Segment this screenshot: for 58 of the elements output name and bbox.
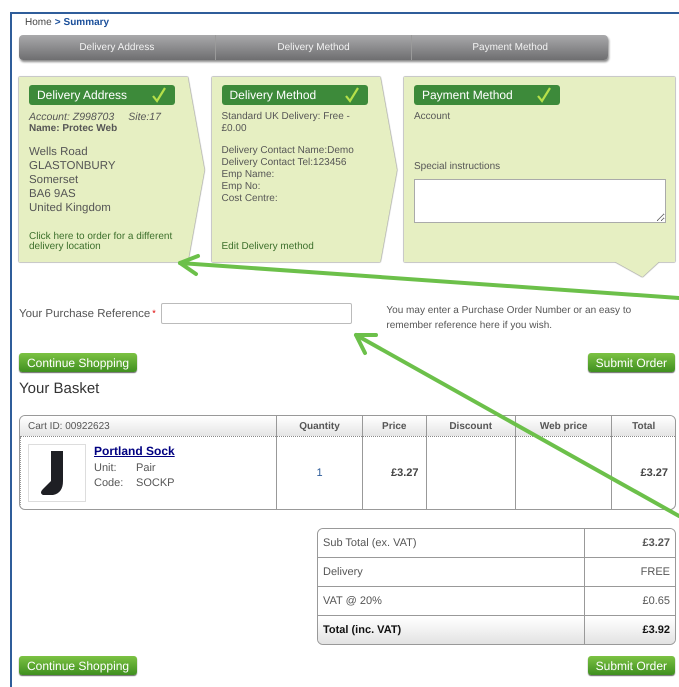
totals-value: £0.65 [584, 586, 675, 615]
purchase-reference-label: Your Purchase Reference * [19, 308, 157, 320]
account-text: Account: Z998703 Site:17 [29, 111, 162, 123]
column-header: Discount [426, 416, 515, 437]
contact-line: Delivery Contact Tel:123456 [222, 157, 348, 169]
totals-value: FREE [584, 557, 675, 586]
address-line: United Kingdom [29, 201, 112, 215]
account-name: Name: Protec Web [29, 123, 118, 135]
payment-type: Account [414, 111, 452, 123]
continue-shopping-button[interactable]: Continue Shopping [19, 656, 138, 675]
breadcrumb-link[interactable]: Home [25, 17, 52, 35]
column-header: Price [362, 416, 426, 437]
breadcrumb-separator: > [54, 17, 61, 30]
total-cell: £3.27 [611, 437, 675, 509]
purchase-reference-hint: You may enter a Purchase Order Number or an easy to remember reference here if you wish. [386, 304, 632, 333]
purchase-reference-field[interactable] [161, 303, 352, 324]
sock-photo [28, 444, 86, 502]
checkout-step[interactable]: Delivery Address [19, 35, 215, 60]
column-header: Web price [514, 416, 612, 437]
address-line: Wells Road [29, 145, 89, 159]
unit-label: Unit: [94, 462, 118, 474]
address-line: BA6 9AS [29, 187, 77, 201]
contact-line: Delivery Contact Name:Demo [222, 145, 355, 157]
address-line: Somerset [29, 173, 80, 187]
contact-line: Cost Centre: [222, 193, 279, 205]
instructions-field[interactable] [414, 179, 666, 223]
column-header: Quantity [276, 416, 362, 437]
change-location-link[interactable]: Click here to order for a different delivery location [29, 232, 189, 252]
instructions-label: Special instructions [414, 161, 502, 173]
price-cell: £3.27 [362, 437, 426, 509]
submit-order-button[interactable]: Submit Order [588, 656, 675, 675]
totals-label: Total (inc. VAT) [318, 615, 584, 644]
column-header: Cart ID: 00922623 [20, 416, 276, 437]
heading-text: Delivery Method [230, 88, 316, 102]
unit-value: Pair [136, 462, 157, 474]
product-link[interactable]: Portland Sock [94, 444, 175, 458]
submit-order-button[interactable]: Submit Order [588, 353, 675, 372]
basket-title: Your Basket [19, 380, 100, 397]
quantity-cell: 1 [276, 437, 362, 509]
check-icon [536, 87, 552, 103]
totals-value: £3.92 [584, 615, 675, 644]
check-icon [151, 87, 167, 103]
checkout-step[interactable]: Payment Method [411, 35, 608, 60]
column-header: Total [611, 416, 675, 437]
totals-value: £3.27 [584, 529, 675, 557]
contact-line: Emp No: [222, 181, 262, 193]
address-line: GLASTONBURY [29, 159, 116, 173]
continue-shopping-button[interactable]: Continue Shopping [19, 353, 138, 372]
breadcrumb-current: Summary [64, 17, 110, 30]
checkout-step[interactable]: Delivery Method [214, 35, 412, 60]
heading-text: Payment Method [422, 88, 513, 102]
delivery-option: Standard UK Delivery: Free - £0.00 [222, 111, 362, 135]
check-icon [344, 87, 360, 103]
code-label: Code: [94, 477, 124, 489]
contact-line: Emp Name: [222, 169, 276, 181]
edit-method-link[interactable]: Edit Delivery method [222, 242, 382, 252]
heading-text: Delivery Address [37, 88, 128, 102]
code-value: SOCKP [136, 477, 175, 489]
